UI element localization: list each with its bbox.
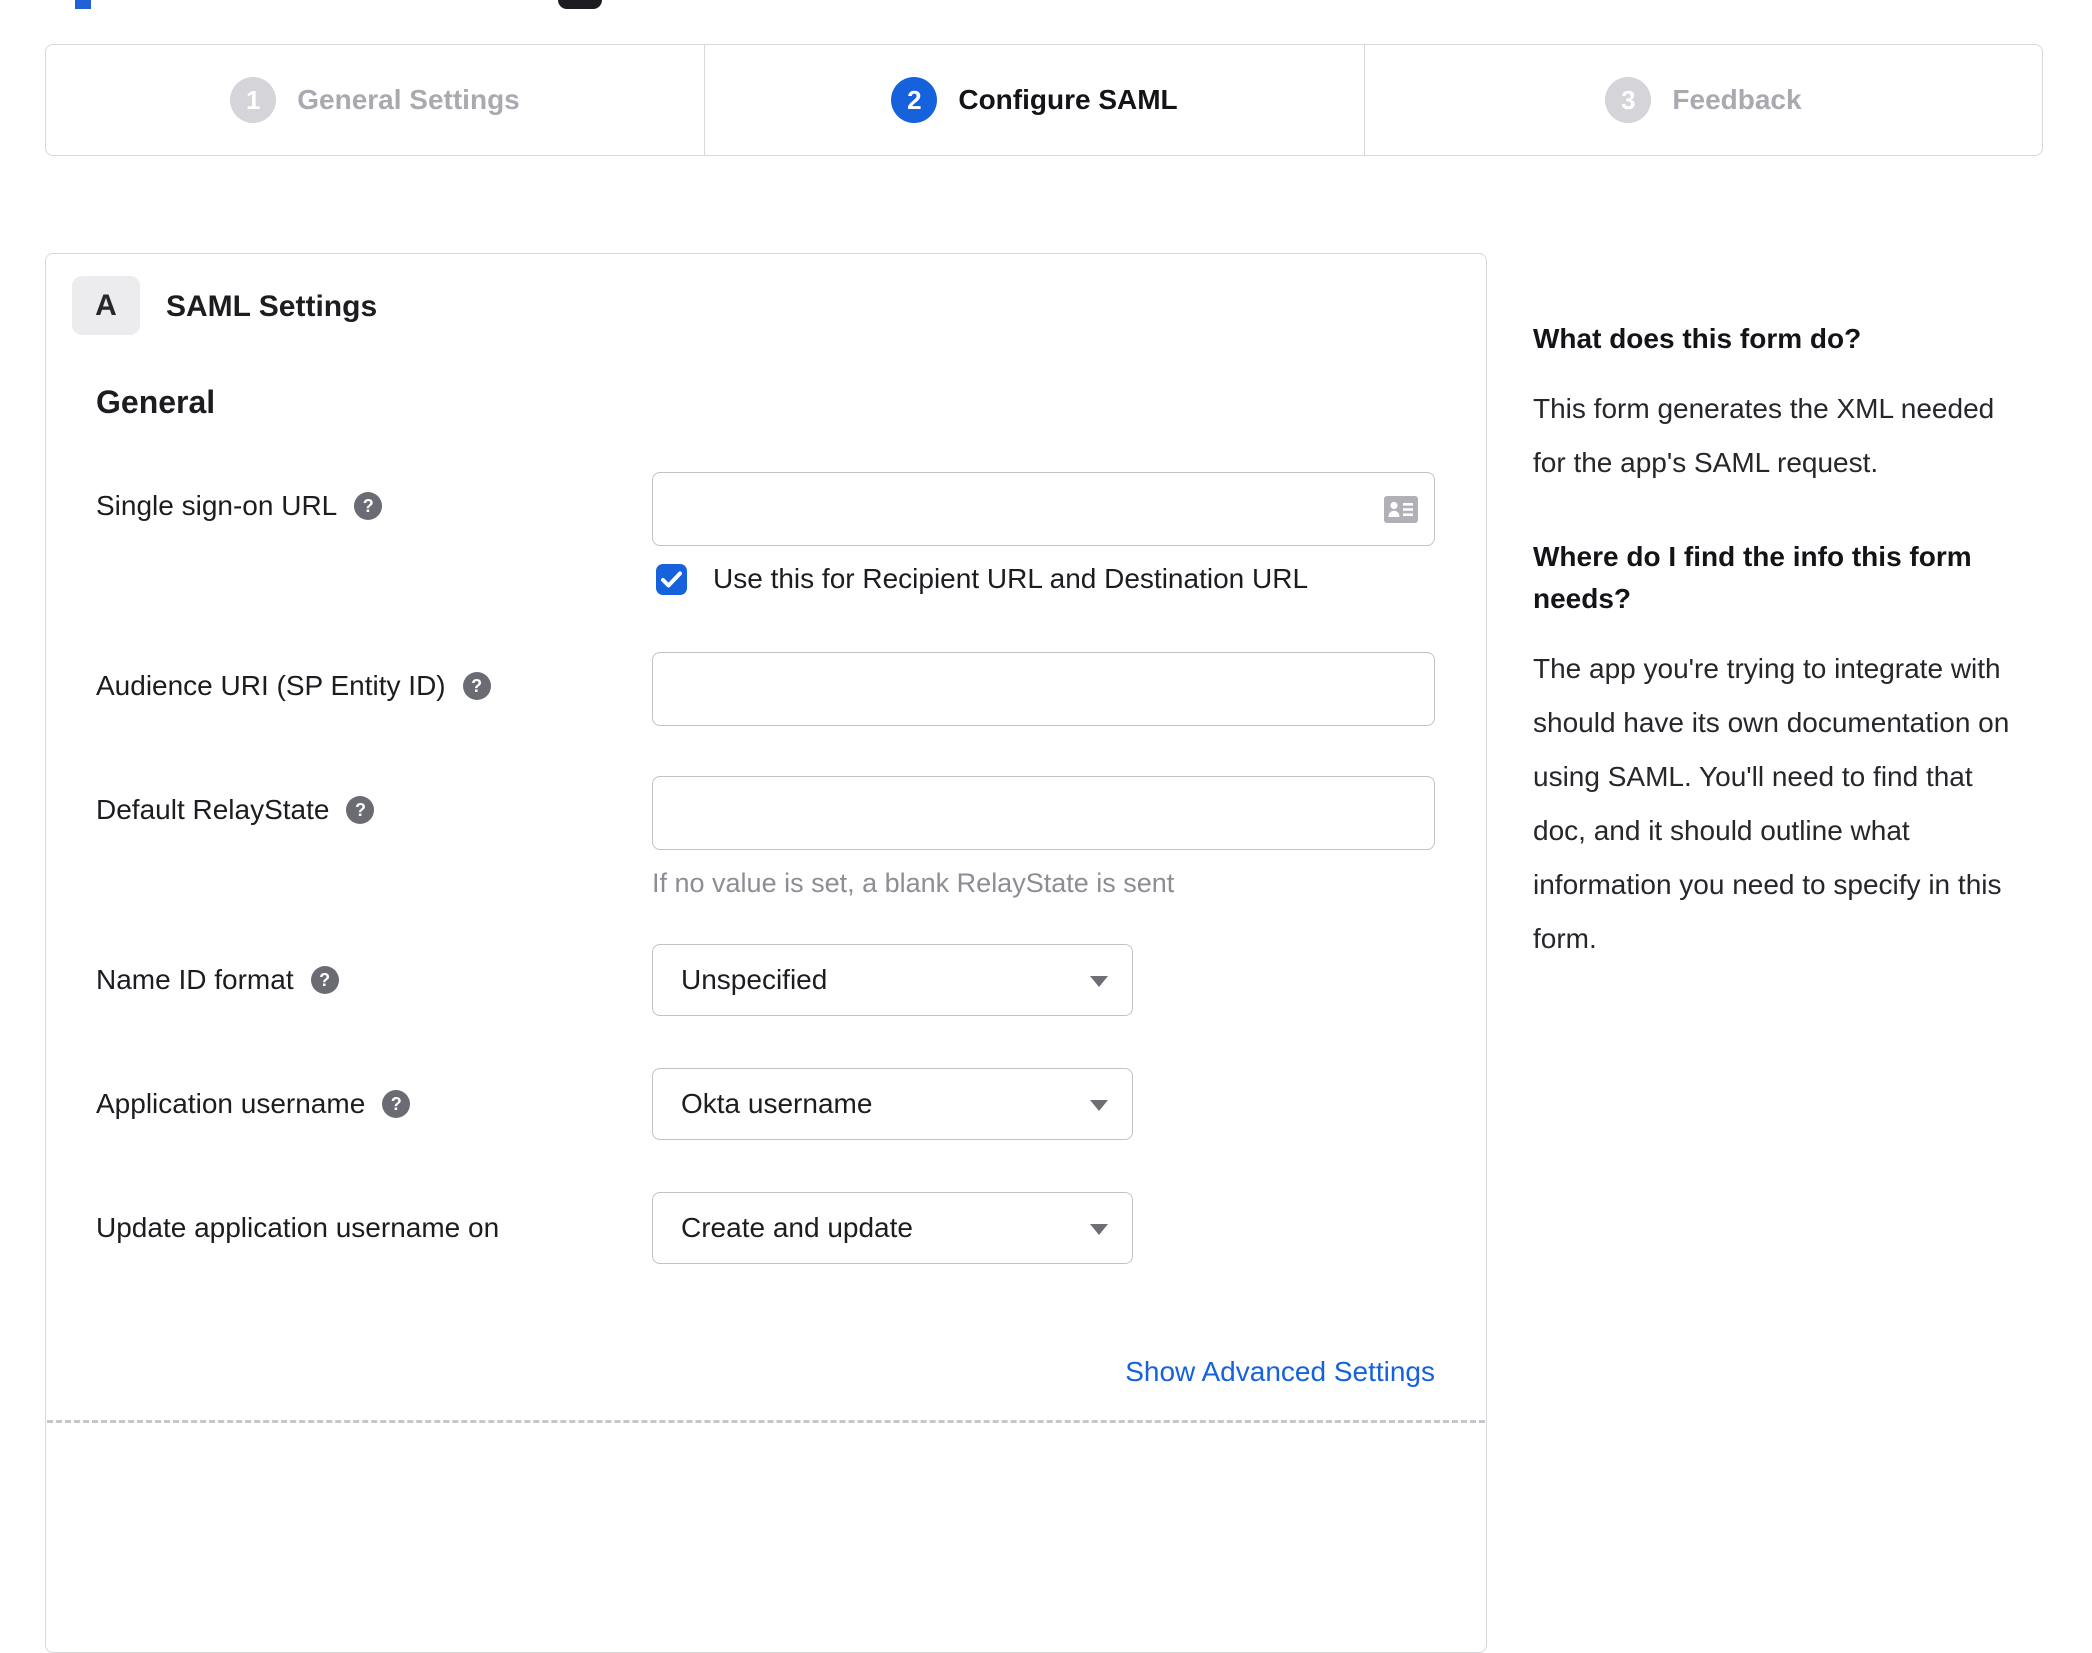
select-value: Create and update: [681, 1212, 913, 1243]
update-username-on-select[interactable]: Create and update: [652, 1192, 1133, 1264]
field-label-application-username: Application username ?: [96, 1088, 411, 1120]
help-icon[interactable]: ?: [310, 966, 339, 994]
show-advanced-settings-link[interactable]: Show Advanced Settings: [652, 1356, 1435, 1388]
sso-url-input[interactable]: [652, 472, 1435, 546]
field-label-text: Default RelayState: [96, 794, 330, 825]
checkbox-label: Use this for Recipient URL and Destinati…: [713, 563, 1309, 594]
field-label-text: Single sign-on URL: [96, 490, 338, 521]
chevron-down-icon: [1090, 1224, 1108, 1235]
step-number-badge: 2: [891, 77, 938, 123]
relaystate-hint: If no value is set, a blank RelayState i…: [652, 868, 1175, 898]
field-label-text: Application username: [96, 1088, 366, 1119]
field-label-default-relaystate: Default RelayState ?: [96, 794, 375, 826]
step-number-badge: 1: [230, 77, 277, 123]
step-label: Feedback: [1672, 84, 1802, 115]
help-icon[interactable]: ?: [354, 492, 383, 520]
help-body-what: This form generates the XML needed for t…: [1533, 393, 1995, 478]
gear-icon-fragment: [558, 0, 602, 9]
section-title: SAML Settings: [166, 290, 378, 323]
page-title-fragment: [75, 0, 91, 9]
group-title: General: [96, 384, 216, 420]
application-username-select[interactable]: Okta username: [652, 1068, 1133, 1140]
stepper-step-general-settings[interactable]: 1 General Settings: [46, 45, 704, 155]
chevron-down-icon: [1090, 976, 1108, 987]
help-icon[interactable]: ?: [382, 1090, 411, 1118]
stepper-step-configure-saml[interactable]: 2 Configure SAML: [704, 45, 1364, 155]
field-label-text: Audience URI (SP Entity ID): [96, 670, 446, 701]
saml-settings-panel: A SAML Settings General Single sign-on U…: [45, 253, 1487, 1653]
field-label-audience-uri: Audience URI (SP Entity ID) ?: [96, 670, 491, 702]
step-number-badge: 3: [1605, 77, 1652, 123]
field-label-text: Update application username on: [96, 1212, 500, 1243]
default-relaystate-input[interactable]: [652, 776, 1435, 850]
name-id-format-select[interactable]: Unspecified: [652, 944, 1133, 1016]
contact-card-icon[interactable]: [1384, 496, 1418, 523]
help-sidebar: What does this form do? This form genera…: [1533, 318, 2033, 1012]
field-label-update-username-on: Update application username on: [96, 1212, 499, 1244]
recipient-destination-checkbox[interactable]: [656, 563, 687, 595]
chevron-down-icon: [1090, 1100, 1108, 1111]
select-value: Okta username: [681, 1088, 873, 1119]
field-label-text: Name ID format: [96, 964, 294, 995]
help-icon[interactable]: ?: [462, 672, 491, 700]
checkmark-icon: [661, 571, 682, 587]
audience-uri-input[interactable]: [652, 652, 1435, 726]
section-letter-badge: A: [72, 276, 140, 335]
section-dashed-divider: [47, 1420, 1485, 1423]
step-label: Configure SAML: [958, 84, 1178, 115]
select-value: Unspecified: [681, 964, 828, 995]
step-label: General Settings: [297, 84, 520, 115]
help-heading-where: Where do I find the info this form needs…: [1533, 541, 1972, 614]
help-body-where: The app you're trying to integrate with …: [1533, 653, 2010, 954]
help-icon[interactable]: ?: [346, 796, 375, 824]
field-label-sso-url: Single sign-on URL ?: [96, 490, 383, 522]
wizard-stepper: 1 General Settings 2 Configure SAML 3 Fe…: [45, 44, 2043, 156]
help-heading-what: What does this form do?: [1533, 323, 1862, 354]
field-label-name-id-format: Name ID format ?: [96, 964, 339, 996]
stepper-step-feedback[interactable]: 3 Feedback: [1364, 45, 2042, 155]
